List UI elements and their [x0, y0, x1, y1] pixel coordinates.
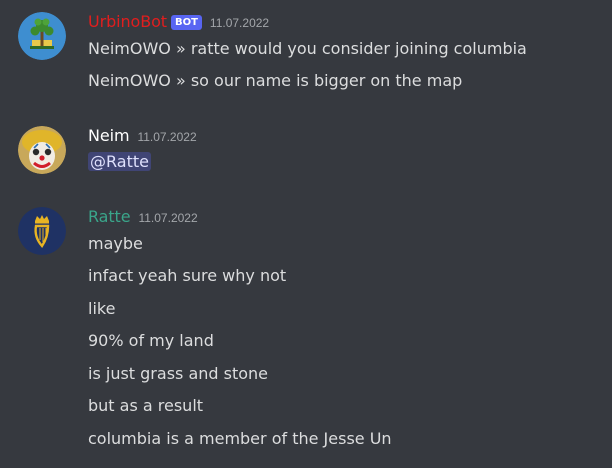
message-header: Neim 11.07.2022: [88, 126, 197, 146]
username[interactable]: UrbinoBot: [88, 12, 167, 31]
bot-tag: BOT: [170, 15, 202, 30]
message-line: @Ratte: [88, 151, 151, 173]
username[interactable]: Neim: [88, 126, 130, 145]
avatar[interactable]: [18, 12, 66, 60]
user-mention[interactable]: @Ratte: [88, 152, 151, 171]
message-line: columbia is a member of the Jesse Un: [88, 429, 392, 448]
message-line: 90% of my land: [88, 331, 214, 350]
timestamp[interactable]: 11.07.2022: [137, 130, 196, 144]
tree-flag-icon: [18, 12, 66, 60]
avatar[interactable]: [18, 207, 66, 255]
username[interactable]: Ratte: [88, 207, 131, 226]
avatar[interactable]: [18, 126, 66, 174]
clown-face-icon: [18, 126, 66, 174]
message-line: but as a result: [88, 396, 204, 415]
message-line: is just grass and stone: [88, 364, 269, 383]
crowned-harp-icon: [18, 207, 66, 255]
chat-message-list: UrbinoBot BOT 11.07.2022 NeimOWO » ratte…: [0, 0, 612, 468]
message-line: NeimOWO » so our name is bigger on the m…: [88, 71, 463, 90]
message-line: infact yeah sure why not: [88, 266, 287, 285]
message-line: NeimOWO » ratte would you consider joini…: [88, 39, 527, 58]
timestamp[interactable]: 11.07.2022: [138, 211, 197, 225]
message-header: Ratte 11.07.2022: [88, 207, 198, 227]
message-header: UrbinoBot BOT 11.07.2022: [88, 12, 269, 32]
timestamp[interactable]: 11.07.2022: [210, 16, 269, 30]
message-line: maybe: [88, 234, 143, 253]
message-line: like: [88, 299, 116, 318]
